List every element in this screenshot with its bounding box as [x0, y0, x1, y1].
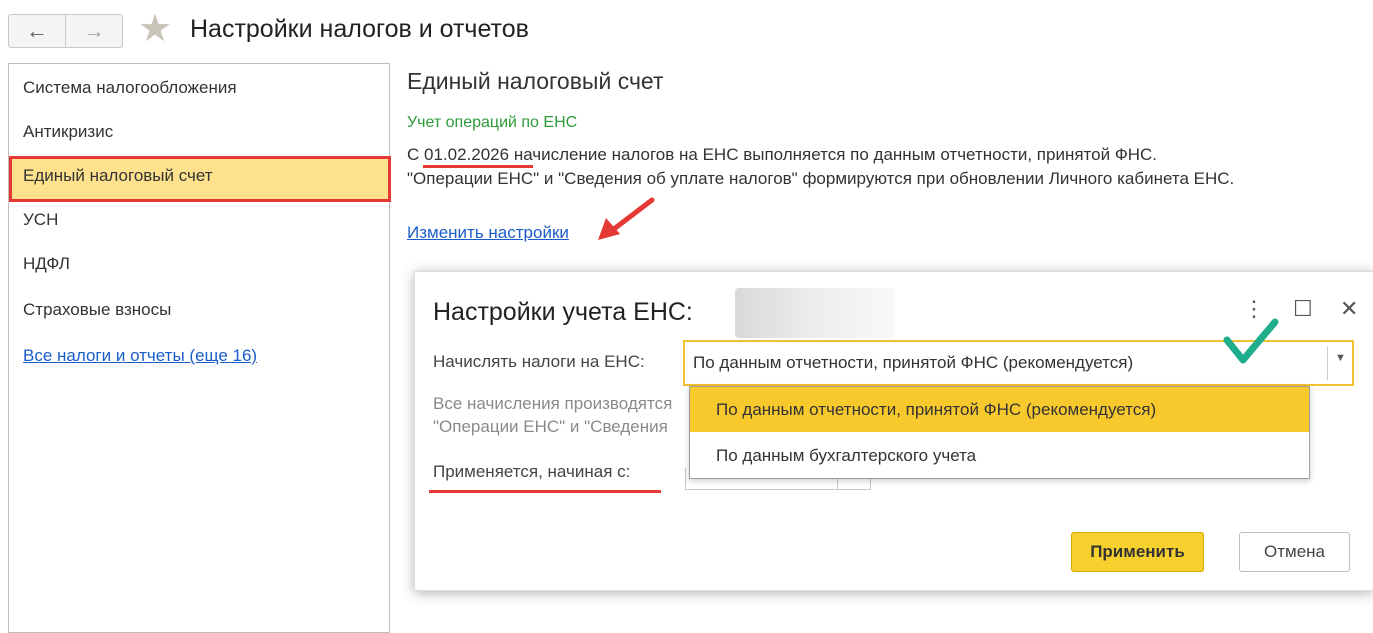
- sidebar-item-tax-system[interactable]: Система налогообложения: [23, 78, 237, 98]
- info-rest: начисление налогов на ЕНС выполняется по…: [509, 145, 1158, 164]
- applies-red-underline: [429, 490, 661, 493]
- info-date: 01.02.2026: [424, 145, 510, 164]
- info-prefix: С: [407, 145, 424, 164]
- option-fns-reporting[interactable]: По данным отчетности, принятой ФНС (реко…: [690, 387, 1309, 432]
- section-subtitle: Учет операций по ЕНС: [407, 114, 578, 131]
- page-title: Настройки налогов и отчетов: [190, 15, 529, 43]
- blurred-organization-name: [735, 288, 895, 338]
- navigation-buttons: ← →: [8, 14, 123, 48]
- chevron-down-icon[interactable]: ▼: [1335, 352, 1346, 364]
- sidebar-item-anticrisis[interactable]: Антикризис: [23, 122, 113, 142]
- accrue-taxes-label: Начислять налоги на ЕНС:: [433, 352, 645, 371]
- back-arrow-icon[interactable]: ←: [9, 15, 65, 47]
- red-arrow-annotation: [598, 197, 655, 240]
- sidebar-item-insurance[interactable]: Страховые взносы: [23, 300, 171, 320]
- favorite-star-icon[interactable]: ★: [138, 9, 172, 49]
- dialog-title: Настройки учета ЕНС:: [433, 298, 693, 326]
- accrue-options-dropdown: По данным отчетности, принятой ФНС (реко…: [689, 386, 1310, 479]
- option-accounting-data[interactable]: По данным бухгалтерского учета: [690, 433, 1309, 478]
- change-settings-link[interactable]: Изменить настройки: [407, 223, 569, 243]
- cancel-button[interactable]: Отмена: [1239, 532, 1350, 572]
- apply-button[interactable]: Применить: [1071, 532, 1204, 572]
- applies-from-label: Применяется, начиная с:: [433, 462, 631, 481]
- sidebar-all-taxes-link[interactable]: Все налоги и отчеты (еще 16): [23, 346, 257, 366]
- sidebar-item-ndfl[interactable]: НДФЛ: [23, 254, 70, 274]
- accrue-taxes-value: По данным отчетности, принятой ФНС (реко…: [693, 353, 1134, 372]
- select-separator: [1327, 346, 1328, 380]
- info-text-line-1: Все начисления производятся: [433, 394, 673, 413]
- green-checkmark-annotation: [1223, 318, 1279, 364]
- info-text-line-2: "Операции ЕНС" и "Сведения: [433, 417, 668, 436]
- maximize-icon[interactable]: ☐: [1293, 296, 1313, 322]
- date-red-underline: [423, 165, 533, 168]
- section-title: Единый налоговый счет: [407, 68, 664, 94]
- close-icon[interactable]: ✕: [1340, 296, 1358, 322]
- sidebar-item-unified-tax-account[interactable]: Единый налоговый счет: [23, 166, 213, 186]
- forward-arrow-icon[interactable]: →: [65, 15, 122, 47]
- settings-sidebar: Система налогообложения Антикризис Едины…: [8, 63, 391, 633]
- info-line-2: "Операции ЕНС" и "Сведения об уплате нал…: [407, 169, 1235, 188]
- info-line-1: С 01.02.2026 начисление налогов на ЕНС в…: [407, 145, 1157, 165]
- sidebar-item-usn[interactable]: УСН: [23, 210, 58, 230]
